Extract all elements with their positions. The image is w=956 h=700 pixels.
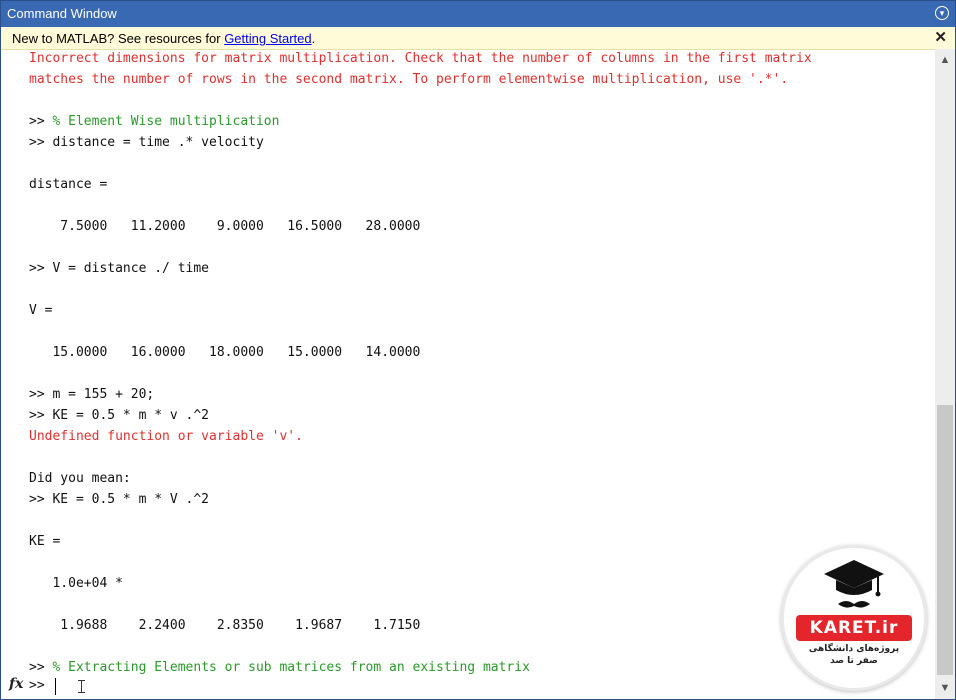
getting-started-link[interactable]: Getting Started xyxy=(224,31,311,46)
error-line: Incorrect dimensions for matrix multipli… xyxy=(29,51,812,66)
function-browser-icon[interactable]: fx xyxy=(9,676,23,692)
console-line: >> % Extracting Elements or sub matrices… xyxy=(29,660,530,675)
title-bar: Command Window ▾ xyxy=(1,1,955,27)
console-line: distance = xyxy=(29,177,108,192)
console-line: >> % Element Wise multiplication xyxy=(29,114,280,129)
karet-logo: KARET.ir پروژه‌های دانشگاهی صفر تا صد xyxy=(781,545,927,691)
console-line: V = xyxy=(29,303,53,318)
brand-tagline-2: صفر تا صد xyxy=(830,656,878,666)
banner-message: New to MATLAB? See resources for Getting… xyxy=(12,31,316,46)
command-input-caret[interactable] xyxy=(55,678,56,695)
console-line: >> m = 155 + 20; xyxy=(29,387,155,402)
command-window: Command Window ▾ New to MATLAB? See reso… xyxy=(0,0,956,700)
error-line: matches the number of rows in the second… xyxy=(29,72,789,87)
code-comment: % Extracting Elements or sub matrices fr… xyxy=(52,660,530,675)
graduation-cap-icon xyxy=(824,560,884,608)
console-line: >> V = distance ./ time xyxy=(29,261,210,276)
code-comment: % Element Wise multiplication xyxy=(52,114,280,129)
scroll-up-icon[interactable]: ▲ xyxy=(935,51,955,69)
console-line: KE = xyxy=(29,534,61,549)
console-line: 1.9688 2.2400 2.8350 1.9687 1.7150 xyxy=(29,618,421,633)
text-cursor-icon xyxy=(78,680,85,693)
console-line: 15.0000 16.0000 18.0000 15.0000 14.0000 xyxy=(29,345,421,360)
scrollbar-thumb[interactable] xyxy=(937,405,953,675)
console-line: Did you mean: xyxy=(29,471,131,486)
console-line: >> KE = 0.5 * m * v .^2 xyxy=(29,408,210,423)
scroll-down-icon[interactable]: ▼ xyxy=(935,679,955,697)
error-line: Undefined function or variable 'v'. xyxy=(29,429,303,444)
vertical-scrollbar[interactable]: ▲ ▼ xyxy=(935,49,955,699)
getting-started-banner: New to MATLAB? See resources for Getting… xyxy=(1,27,955,50)
brand-wordmark: KARET.ir xyxy=(796,615,912,641)
console-line: >> distance = time .* velocity xyxy=(29,135,264,150)
console-line: 7.5000 11.2000 9.0000 16.5000 28.0000 xyxy=(29,219,421,234)
window-actions-icon[interactable]: ▾ xyxy=(935,6,949,20)
console-line: 1.0e+04 * xyxy=(29,576,123,591)
brand-tagline-1: پروژه‌های دانشگاهی xyxy=(808,644,900,654)
command-prompt: >> xyxy=(29,678,45,693)
console-line: >> KE = 0.5 * m * V .^2 xyxy=(29,492,210,507)
banner-close-icon[interactable]: ✕ xyxy=(934,28,947,46)
window-title: Command Window xyxy=(7,6,117,21)
